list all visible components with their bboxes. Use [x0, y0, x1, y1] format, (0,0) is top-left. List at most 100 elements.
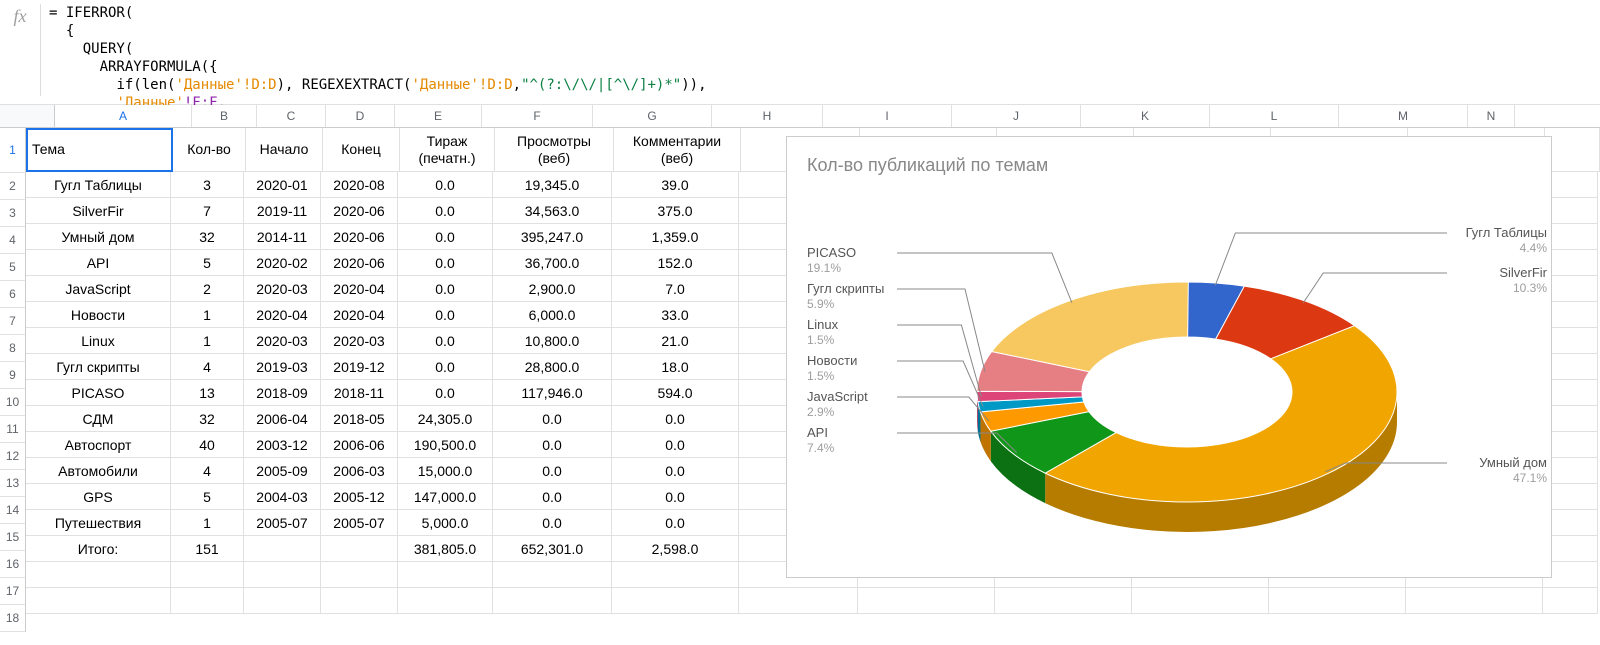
- data-cell[interactable]: 5: [171, 484, 244, 510]
- cell[interactable]: [612, 562, 739, 588]
- data-cell[interactable]: 395,247.0: [493, 224, 612, 250]
- data-cell[interactable]: 2005-09: [244, 458, 321, 484]
- data-cell[interactable]: Итого:: [26, 536, 171, 562]
- cell[interactable]: [1545, 128, 1600, 172]
- data-cell[interactable]: 0.0: [493, 484, 612, 510]
- header-cell[interactable]: Комментарии (веб): [614, 128, 741, 172]
- data-cell[interactable]: 0.0: [398, 276, 493, 302]
- data-cell[interactable]: 28,800.0: [493, 354, 612, 380]
- row-header-8[interactable]: 8: [0, 335, 26, 362]
- col-header-L[interactable]: L: [1210, 105, 1339, 127]
- data-cell[interactable]: 2005-12: [321, 484, 398, 510]
- cell[interactable]: [321, 588, 398, 614]
- row-header-12[interactable]: 12: [0, 443, 26, 470]
- data-cell[interactable]: 652,301.0: [493, 536, 612, 562]
- cell[interactable]: [244, 562, 321, 588]
- data-cell[interactable]: 151: [171, 536, 244, 562]
- data-cell[interactable]: SilverFir: [26, 198, 171, 224]
- row-header-7[interactable]: 7: [0, 308, 26, 335]
- cell[interactable]: [26, 588, 171, 614]
- data-cell[interactable]: 2006-03: [321, 458, 398, 484]
- cell[interactable]: [26, 562, 171, 588]
- cell[interactable]: [1132, 588, 1269, 614]
- row-header-11[interactable]: 11: [0, 416, 26, 443]
- data-cell[interactable]: 0.0: [612, 484, 739, 510]
- data-cell[interactable]: 2003-12: [244, 432, 321, 458]
- data-cell[interactable]: 2018-09: [244, 380, 321, 406]
- data-cell[interactable]: 5,000.0: [398, 510, 493, 536]
- cells-area[interactable]: Кол-во публикаций по темам PICASO19.1%Гу…: [26, 128, 1600, 632]
- data-cell[interactable]: 0.0: [398, 198, 493, 224]
- cell[interactable]: [171, 562, 244, 588]
- data-cell[interactable]: [244, 536, 321, 562]
- data-cell[interactable]: 15,000.0: [398, 458, 493, 484]
- cell[interactable]: [493, 562, 612, 588]
- row-header-15[interactable]: 15: [0, 524, 26, 551]
- data-cell[interactable]: 2005-07: [321, 510, 398, 536]
- data-cell[interactable]: 2014-11: [244, 224, 321, 250]
- data-cell[interactable]: 0.0: [493, 510, 612, 536]
- data-cell[interactable]: 34,563.0: [493, 198, 612, 224]
- data-cell[interactable]: 375.0: [612, 198, 739, 224]
- data-cell[interactable]: 2020-03: [321, 328, 398, 354]
- data-cell[interactable]: 33.0: [612, 302, 739, 328]
- cell[interactable]: [995, 588, 1132, 614]
- data-cell[interactable]: 2005-07: [244, 510, 321, 536]
- row-header-6[interactable]: 6: [0, 281, 26, 308]
- data-cell[interactable]: 152.0: [612, 250, 739, 276]
- data-cell[interactable]: Умный дом: [26, 224, 171, 250]
- row-header-14[interactable]: 14: [0, 497, 26, 524]
- data-cell[interactable]: 2018-05: [321, 406, 398, 432]
- data-cell[interactable]: 40: [171, 432, 244, 458]
- data-cell[interactable]: 4: [171, 458, 244, 484]
- cell[interactable]: [398, 588, 493, 614]
- data-cell[interactable]: 1: [171, 302, 244, 328]
- cell[interactable]: [493, 588, 612, 614]
- header-cell[interactable]: Просмотры (веб): [495, 128, 614, 172]
- header-cell[interactable]: Конец: [323, 128, 400, 172]
- data-cell[interactable]: API: [26, 250, 171, 276]
- data-cell[interactable]: 2018-11: [321, 380, 398, 406]
- data-cell[interactable]: 0.0: [398, 172, 493, 198]
- data-cell[interactable]: 0.0: [398, 250, 493, 276]
- data-cell[interactable]: Новости: [26, 302, 171, 328]
- data-cell[interactable]: 147,000.0: [398, 484, 493, 510]
- cell[interactable]: [1543, 588, 1598, 614]
- data-cell[interactable]: 2020-04: [244, 302, 321, 328]
- data-cell[interactable]: Автоспорт: [26, 432, 171, 458]
- data-cell[interactable]: 36,700.0: [493, 250, 612, 276]
- data-cell[interactable]: Автомобили: [26, 458, 171, 484]
- col-header-I[interactable]: I: [823, 105, 952, 127]
- header-cell[interactable]: Кол-во: [173, 128, 246, 172]
- data-cell[interactable]: 19,345.0: [493, 172, 612, 198]
- data-cell[interactable]: 7.0: [612, 276, 739, 302]
- data-cell[interactable]: 2020-03: [244, 328, 321, 354]
- data-cell[interactable]: 39.0: [612, 172, 739, 198]
- row-header-3[interactable]: 3: [0, 200, 26, 227]
- data-cell[interactable]: 0.0: [493, 406, 612, 432]
- data-cell[interactable]: Гугл скрипты: [26, 354, 171, 380]
- data-cell[interactable]: 0.0: [398, 380, 493, 406]
- data-cell[interactable]: 7: [171, 198, 244, 224]
- formula-input[interactable]: = IFERROR( { QUERY( ARRAYFORMULA({ if(le…: [49, 4, 707, 112]
- data-cell[interactable]: 32: [171, 224, 244, 250]
- col-header-H[interactable]: H: [712, 105, 823, 127]
- row-header-10[interactable]: 10: [0, 389, 26, 416]
- data-cell[interactable]: 1,359.0: [612, 224, 739, 250]
- data-cell[interactable]: 2004-03: [244, 484, 321, 510]
- data-cell[interactable]: 381,805.0: [398, 536, 493, 562]
- data-cell[interactable]: 0.0: [398, 328, 493, 354]
- data-cell[interactable]: 2: [171, 276, 244, 302]
- data-cell[interactable]: JavaScript: [26, 276, 171, 302]
- cell[interactable]: [171, 588, 244, 614]
- data-cell[interactable]: 0.0: [398, 302, 493, 328]
- data-cell[interactable]: 2019-03: [244, 354, 321, 380]
- data-cell[interactable]: 3: [171, 172, 244, 198]
- col-header-A[interactable]: A: [55, 105, 192, 127]
- data-cell[interactable]: 2020-06: [321, 250, 398, 276]
- data-cell[interactable]: 2020-06: [321, 224, 398, 250]
- data-cell[interactable]: [321, 536, 398, 562]
- data-cell[interactable]: 2020-04: [321, 302, 398, 328]
- data-cell[interactable]: 4: [171, 354, 244, 380]
- cell[interactable]: [1406, 588, 1543, 614]
